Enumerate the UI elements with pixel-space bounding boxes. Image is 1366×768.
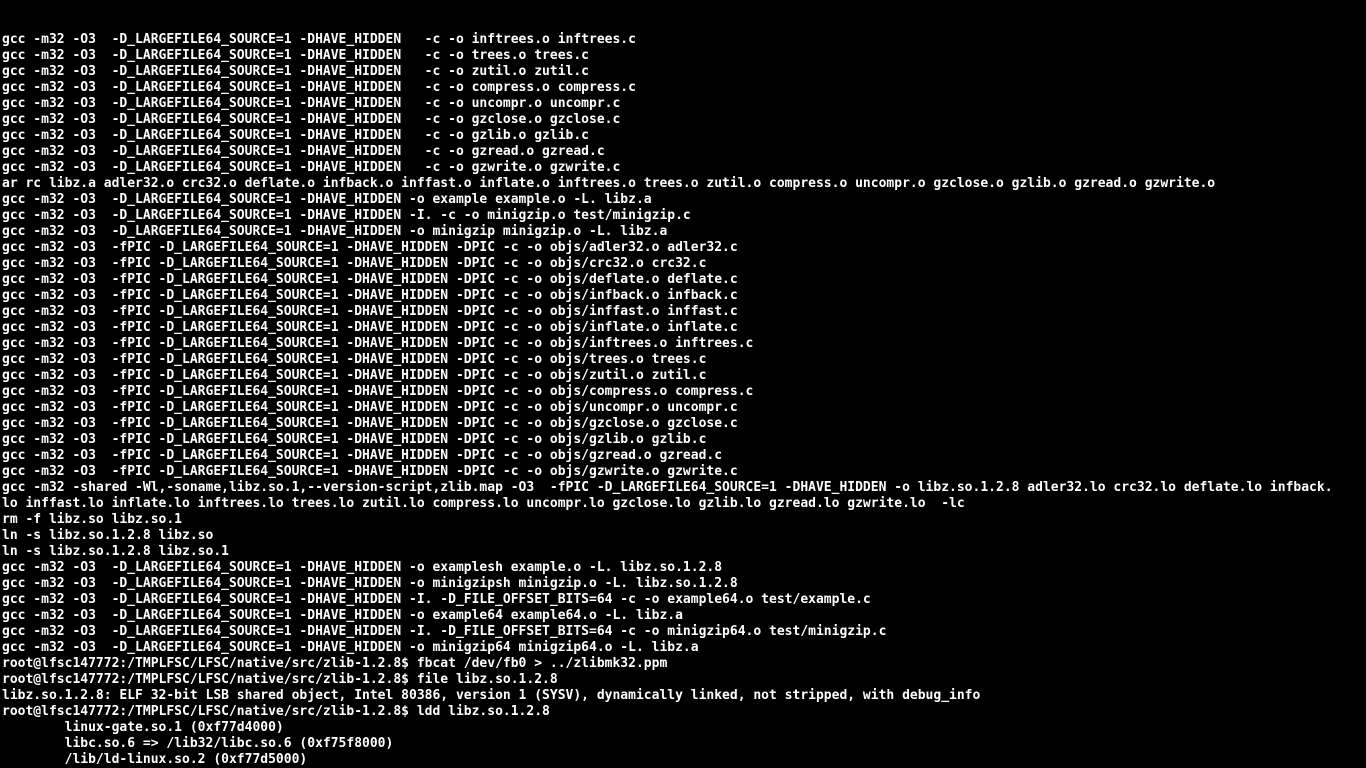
terminal-output-line: ln -s libz.so.1.2.8 libz.so xyxy=(2,528,1364,544)
terminal-output-line: gcc -m32 -O3 -fPIC -D_LARGEFILE64_SOURCE… xyxy=(2,400,1364,416)
terminal-output-line: gcc -m32 -O3 -D_LARGEFILE64_SOURCE=1 -DH… xyxy=(2,144,1364,160)
terminal-output-line: libz.so.1.2.8: ELF 32-bit LSB shared obj… xyxy=(2,688,1364,704)
terminal-output-line: root@lfsc147772:/TMPLFSC/LFSC/native/src… xyxy=(2,704,1364,720)
terminal-scrollback: gcc -m32 -O3 -D_LARGEFILE64_SOURCE=1 -DH… xyxy=(2,32,1364,768)
terminal-output-line: gcc -m32 -O3 -D_LARGEFILE64_SOURCE=1 -DH… xyxy=(2,96,1364,112)
terminal-output-line: gcc -m32 -O3 -D_LARGEFILE64_SOURCE=1 -DH… xyxy=(2,80,1364,96)
terminal-output-line: gcc -m32 -O3 -fPIC -D_LARGEFILE64_SOURCE… xyxy=(2,368,1364,384)
terminal-output-line: gcc -m32 -O3 -fPIC -D_LARGEFILE64_SOURCE… xyxy=(2,288,1364,304)
terminal-output-line: gcc -m32 -O3 -fPIC -D_LARGEFILE64_SOURCE… xyxy=(2,416,1364,432)
terminal-output-line: gcc -m32 -O3 -fPIC -D_LARGEFILE64_SOURCE… xyxy=(2,240,1364,256)
terminal-output-line: gcc -m32 -O3 -D_LARGEFILE64_SOURCE=1 -DH… xyxy=(2,192,1364,208)
terminal-output-line: gcc -m32 -O3 -fPIC -D_LARGEFILE64_SOURCE… xyxy=(2,432,1364,448)
terminal-output-line: gcc -m32 -O3 -D_LARGEFILE64_SOURCE=1 -DH… xyxy=(2,640,1364,656)
terminal-output-line: gcc -m32 -O3 -fPIC -D_LARGEFILE64_SOURCE… xyxy=(2,448,1364,464)
terminal-viewport[interactable]: gcc -m32 -O3 -D_LARGEFILE64_SOURCE=1 -DH… xyxy=(0,0,1366,768)
terminal-output-line: gcc -m32 -O3 -fPIC -D_LARGEFILE64_SOURCE… xyxy=(2,320,1364,336)
terminal-output-line: root@lfsc147772:/TMPLFSC/LFSC/native/src… xyxy=(2,656,1364,672)
terminal-output-line: gcc -m32 -O3 -D_LARGEFILE64_SOURCE=1 -DH… xyxy=(2,64,1364,80)
terminal-output-line: gcc -m32 -O3 -D_LARGEFILE64_SOURCE=1 -DH… xyxy=(2,608,1364,624)
terminal-output-line: gcc -m32 -O3 -fPIC -D_LARGEFILE64_SOURCE… xyxy=(2,304,1364,320)
terminal-output-line: gcc -m32 -O3 -D_LARGEFILE64_SOURCE=1 -DH… xyxy=(2,560,1364,576)
terminal-output-line: gcc -m32 -O3 -D_LARGEFILE64_SOURCE=1 -DH… xyxy=(2,208,1364,224)
terminal-output-line: libc.so.6 => /lib32/libc.so.6 (0xf75f800… xyxy=(2,736,1364,752)
terminal-output-line: ln -s libz.so.1.2.8 libz.so.1 xyxy=(2,544,1364,560)
terminal-output-line: lo inffast.lo inflate.lo inftrees.lo tre… xyxy=(2,496,1364,512)
terminal-output-line: gcc -m32 -O3 -D_LARGEFILE64_SOURCE=1 -DH… xyxy=(2,224,1364,240)
terminal-output-line: gcc -m32 -O3 -D_LARGEFILE64_SOURCE=1 -DH… xyxy=(2,48,1364,64)
terminal-output-line: linux-gate.so.1 (0xf77d4000) xyxy=(2,720,1364,736)
terminal-output-line: gcc -m32 -O3 -fPIC -D_LARGEFILE64_SOURCE… xyxy=(2,384,1364,400)
terminal-output-line: gcc -m32 -O3 -fPIC -D_LARGEFILE64_SOURCE… xyxy=(2,464,1364,480)
terminal-output-line: rm -f libz.so libz.so.1 xyxy=(2,512,1364,528)
terminal-output-line: gcc -m32 -O3 -D_LARGEFILE64_SOURCE=1 -DH… xyxy=(2,592,1364,608)
terminal-output-line: gcc -m32 -O3 -D_LARGEFILE64_SOURCE=1 -DH… xyxy=(2,112,1364,128)
terminal-output-line: gcc -m32 -O3 -D_LARGEFILE64_SOURCE=1 -DH… xyxy=(2,32,1364,48)
terminal-output-line: gcc -m32 -shared -Wl,-soname,libz.so.1,-… xyxy=(2,480,1364,496)
terminal-output-line: gcc -m32 -O3 -D_LARGEFILE64_SOURCE=1 -DH… xyxy=(2,128,1364,144)
terminal-output-line: root@lfsc147772:/TMPLFSC/LFSC/native/src… xyxy=(2,672,1364,688)
terminal-output-line: ar rc libz.a adler32.o crc32.o deflate.o… xyxy=(2,176,1364,192)
terminal-output-line: gcc -m32 -O3 -fPIC -D_LARGEFILE64_SOURCE… xyxy=(2,256,1364,272)
terminal-output-line: gcc -m32 -O3 -D_LARGEFILE64_SOURCE=1 -DH… xyxy=(2,624,1364,640)
terminal-output-line: gcc -m32 -O3 -D_LARGEFILE64_SOURCE=1 -DH… xyxy=(2,576,1364,592)
terminal-output-line: gcc -m32 -O3 -fPIC -D_LARGEFILE64_SOURCE… xyxy=(2,352,1364,368)
terminal-output-line: gcc -m32 -O3 -fPIC -D_LARGEFILE64_SOURCE… xyxy=(2,336,1364,352)
terminal-output-line: gcc -m32 -O3 -D_LARGEFILE64_SOURCE=1 -DH… xyxy=(2,160,1364,176)
terminal-output-line: gcc -m32 -O3 -fPIC -D_LARGEFILE64_SOURCE… xyxy=(2,272,1364,288)
terminal-output-line: /lib/ld-linux.so.2 (0xf77d5000) xyxy=(2,752,1364,768)
